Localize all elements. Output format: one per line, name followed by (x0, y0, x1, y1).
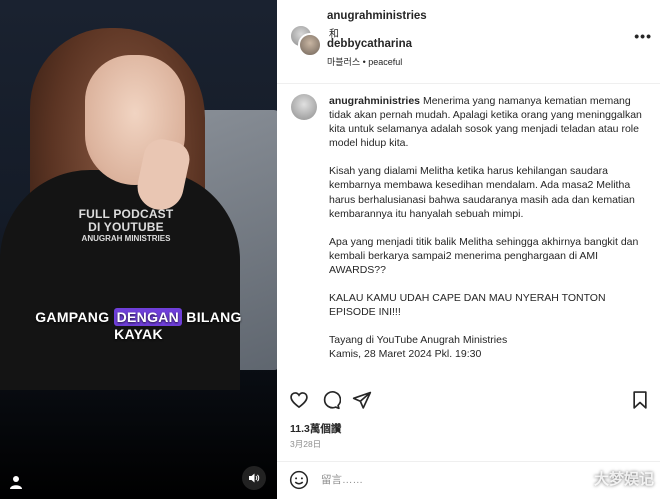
caption-before: GAMPANG (35, 309, 114, 325)
post-header: anugrahministries 和 debbycatharina 마블러스 … (277, 0, 660, 84)
person-icon[interactable] (8, 474, 24, 490)
collab-avatars[interactable] (289, 24, 322, 57)
emoji-icon (289, 470, 309, 490)
username-link[interactable]: anugrahministries (327, 10, 427, 22)
person-body (0, 170, 240, 390)
bookmark-icon (633, 391, 647, 409)
sound-toggle-button[interactable] (242, 466, 266, 490)
reel-video[interactable]: FULL PODCAST DI YOUTUBE ANUGRAH MINISTRI… (0, 0, 277, 499)
post-date[interactable]: 3月28日 (290, 438, 321, 450)
audio-link[interactable]: 마블러스 • peaceful (327, 55, 402, 68)
likes-count[interactable]: 11.3萬個讚 (290, 421, 341, 436)
share-button[interactable] (352, 390, 372, 410)
caption-paragraph: Tayang di YouTube Anugrah Ministries (329, 334, 508, 347)
like-button[interactable] (289, 390, 309, 410)
emoji-button[interactable] (289, 470, 309, 490)
watermark-line2: DI YOUTUBE (88, 220, 164, 234)
caption-paragraph: KALAU KAMU UDAH CAPE DAN MAU NYERAH TONT… (329, 292, 606, 319)
save-button[interactable] (630, 390, 650, 410)
username-link[interactable]: debbycatharina (327, 38, 412, 50)
caption-paragraph: Apa yang menjadi titik balik Melitha seh… (329, 235, 639, 276)
post-caption: anugrahministries Menerima yang namanya … (277, 84, 660, 380)
share-icon (352, 391, 372, 409)
caption-after: BILANG (182, 309, 242, 325)
comment-input[interactable] (321, 470, 541, 490)
add-comment-bar: 大梦娱记 (277, 461, 660, 500)
watermark-line3: ANUGRAH MINISTRIES (81, 234, 171, 243)
comment-icon (323, 391, 342, 410)
avatar[interactable] (291, 94, 317, 120)
caption-paragraph: Kisah yang dialami Melitha ketika harus … (329, 165, 635, 220)
podcast-watermark: FULL PODCAST DI YOUTUBE ANUGRAH MINISTRI… (78, 208, 174, 244)
username-link[interactable]: anugrahministries (329, 95, 420, 107)
video-caption-line2: KAYAK (114, 326, 163, 342)
heart-icon (290, 392, 308, 409)
action-bar (277, 384, 660, 418)
more-options-button[interactable]: ••• (634, 28, 652, 44)
site-watermark: 大梦娱记 (593, 470, 654, 488)
comment-button[interactable] (321, 390, 342, 410)
post-panel: anugrahministries 和 debbycatharina 마블러스 … (277, 0, 660, 499)
caption-text: anugrahministries Menerima yang namanya … (329, 94, 647, 361)
video-caption-line1: GAMPANG DENGAN BILANG (0, 308, 277, 326)
speaker-icon (249, 473, 260, 483)
more-icon: ••• (634, 28, 652, 44)
avatar[interactable] (298, 33, 322, 57)
caption-highlight: DENGAN (113, 308, 183, 326)
caption-paragraph: Kamis, 28 Maret 2024 Pkl. 19:30 (329, 348, 482, 361)
